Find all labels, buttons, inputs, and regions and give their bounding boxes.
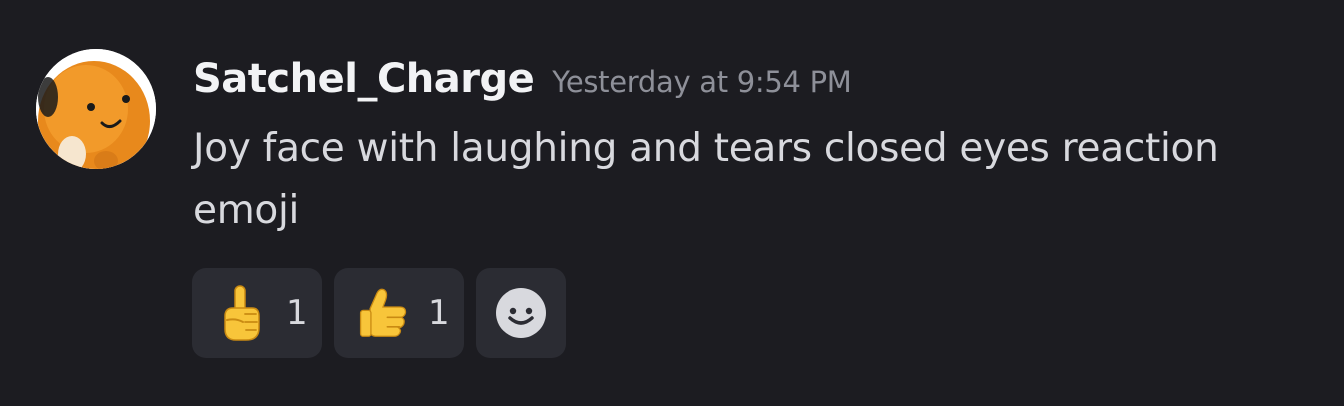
reaction-thumbs-up[interactable]: 1: [334, 268, 464, 358]
reaction-pointing-up[interactable]: 1: [192, 268, 322, 358]
reactions-bar: 1 1: [192, 268, 566, 358]
pointing-up-emoji-icon: [224, 285, 260, 341]
message-content: Joy face with laughing and tears closed …: [193, 126, 1219, 233]
smiley-add-reaction-icon: [496, 288, 546, 338]
user-avatar[interactable]: [36, 49, 156, 169]
thumbs-up-emoji-icon: [359, 288, 407, 337]
add-reaction-button[interactable]: [476, 268, 566, 358]
chat-message: Satchel_Charge Yesterday at 9:54 PM Joy f…: [0, 0, 1344, 406]
username[interactable]: Satchel_Charge: [193, 56, 535, 102]
orange-plush-avatar-icon: [36, 49, 156, 169]
reaction-count: 1: [286, 293, 308, 333]
message-header: Satchel_Charge Yesterday at 9:54 PM: [193, 56, 852, 112]
reaction-count: 1: [428, 293, 450, 333]
message-timestamp[interactable]: Yesterday at 9:54 PM: [552, 65, 852, 99]
